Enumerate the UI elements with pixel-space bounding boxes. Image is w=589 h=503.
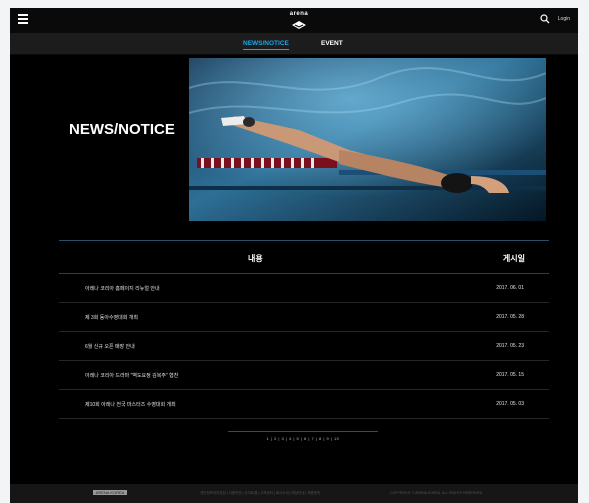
tab-event[interactable]: EVENT [321,40,343,47]
arena-logo[interactable]: arena [286,11,312,31]
table-row[interactable]: 제 3회 동아수영대회 개최 2017. 05. 28 [59,303,549,332]
notice-date: 2017. 05. 28 [496,314,524,320]
footer-logo: ARENA KOREA [93,490,127,495]
table-row[interactable]: 아레나 코리아 드라마 "역도요정 김복주" 협찬 2017. 05. 15 [59,361,549,390]
table-header: 내용 게시일 [59,241,549,274]
page-frame: arena Login NEWS/NOTICE EVENT NEWS/NOTIC… [10,8,578,503]
notice-title[interactable]: 제 3회 동아수영대회 개최 [85,314,138,321]
search-icon[interactable] [540,14,550,24]
footer: ARENA KOREA 개인정보처리방침 | 이용약관 | 사이트맵 | 고객센… [10,484,578,503]
pagination: 1 | 2 | 3 | 4 | 5 | 6 | 7 | 8 | 9 | 10 [228,431,378,445]
notice-table: 내용 게시일 아레나 코리아 홈페이지 리뉴얼 안내 2017. 06. 01 … [59,240,549,419]
top-right-controls: Login [540,14,570,24]
notice-date: 2017. 05. 15 [496,372,524,378]
notice-title[interactable]: 제10회 아레나 전국 마스터즈 수영대회 개최 [85,401,176,408]
notice-date: 2017. 05. 03 [496,401,524,407]
column-header-date: 게시일 [502,254,525,263]
table-row[interactable]: 6월 신규 오픈 매장 안내 2017. 05. 23 [59,332,549,361]
notice-date: 2017. 05. 23 [496,343,524,349]
column-header-content: 내용 [248,254,263,263]
logo-wordmark: arena [289,11,309,17]
sub-navigation-tabs: NEWS/NOTICE EVENT [10,33,578,55]
notice-date: 2017. 06. 01 [496,285,524,291]
notice-title[interactable]: 아레나 코리아 홈페이지 리뉴얼 안내 [85,285,160,292]
footer-links[interactable]: 개인정보처리방침 | 이용약관 | 사이트맵 | 고객센터 | 회사소개 | 매… [200,491,320,496]
login-link[interactable]: Login [558,16,570,22]
pagination-links[interactable]: 1 | 2 | 3 | 4 | 5 | 6 | 7 | 8 | 9 | 10 [228,432,378,441]
table-row[interactable]: 아레나 코리아 홈페이지 리뉴얼 안내 2017. 06. 01 [59,274,549,303]
notice-title[interactable]: 6월 신규 오픈 매장 안내 [85,343,135,350]
diamond-logo-icon [292,21,306,29]
top-navigation-bar: arena Login [10,8,578,33]
footer-copyright: COPYRIGHT © ARENA KOREA. ALL RIGHTS RESE… [390,491,483,495]
tab-news-notice[interactable]: NEWS/NOTICE [243,40,289,50]
notice-title[interactable]: 아레나 코리아 드라마 "역도요정 김복주" 협찬 [85,372,178,379]
swimmer-hero-image [189,58,546,221]
hamburger-menu-icon[interactable] [18,14,28,24]
page-title: NEWS/NOTICE [69,121,175,138]
table-row[interactable]: 제10회 아레나 전국 마스터즈 수영대회 개최 2017. 05. 03 [59,390,549,419]
